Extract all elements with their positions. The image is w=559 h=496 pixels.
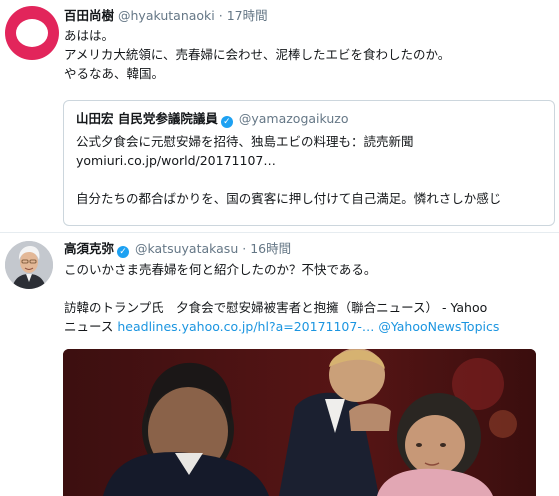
tweet-line: やるなあ、韓国。	[64, 66, 165, 81]
quoted-tweet-text: 公式夕食会に元慰安婦を招待、独島エビの料理も：読売新聞 yomiuri.co.j…	[76, 132, 501, 208]
tweet-line: 訪韓のトランプ氏 夕食会で慰安婦被害者と抱擁（聯合ニュース） - Yahoo	[64, 300, 488, 315]
tweet-line: このいかさま売春婦を何と紹介したのか？不快である。	[64, 262, 377, 277]
verified-badge-icon: ✓	[117, 246, 130, 258]
timestamp[interactable]: 16時間	[250, 241, 291, 256]
separator: ·	[218, 8, 223, 23]
quoted-display-name: 山田宏 自民党参議院議員	[76, 111, 218, 126]
tweet-text: このいかさま売春婦を何と紹介したのか？不快である。 訪韓のトランプ氏 夕食会で慰…	[64, 260, 499, 336]
quoted-line: 公式夕食会に元慰安婦を招待、独島エビの料理も：読売新聞	[76, 134, 414, 149]
avatar[interactable]	[5, 6, 59, 60]
tweet-photo[interactable]	[63, 349, 536, 496]
mention-link[interactable]: @YahooNewsTopics	[378, 319, 499, 334]
news-link[interactable]: headlines.yahoo.co.jp/hl?a=20171107-…	[117, 319, 374, 334]
line-gap	[76, 170, 501, 189]
tweet-line: アメリカ大統領に、売春婦に会わせ、泥棒したエビを食わしたのか。	[64, 47, 451, 62]
quoted-user-handle: @yamazogaikuzo	[238, 111, 349, 126]
quoted-tweet-header: 山田宏 自民党参議院議員 ✓ @yamazogaikuzo	[76, 111, 349, 128]
tweet-line: あはは。	[64, 28, 115, 43]
quoted-link: yomiuri.co.jp/world/20171107…	[76, 153, 276, 168]
display-name[interactable]: 百田尚樹	[64, 8, 114, 23]
avatar[interactable]	[5, 241, 53, 289]
separator: ·	[242, 241, 247, 256]
quoted-line: 自分たちの都合ばかりを、国の賓客に押し付けて自己満足。憐れさしか感じ	[76, 191, 502, 206]
tweet-text-fragment: ニュース	[64, 319, 114, 334]
tweet-katsuyatakasu[interactable]: 高須克弥 ✓ @katsuyatakasu · 16時間 このいかさま売春婦を何と…	[0, 232, 559, 496]
tweet-line: ニュース headlines.yahoo.co.jp/hl?a=20171107…	[64, 317, 499, 336]
timestamp[interactable]: 17時間	[227, 8, 268, 23]
quoted-tweet[interactable]: 山田宏 自民党参議院議員 ✓ @yamazogaikuzo 公式夕食会に元慰安婦を…	[63, 100, 555, 226]
user-handle[interactable]: @hyakutanaoki	[118, 8, 215, 23]
tweet-header: 高須克弥 ✓ @katsuyatakasu · 16時間	[64, 241, 291, 258]
tweet-text: あはは。 アメリカ大統領に、売春婦に会わせ、泥棒したエビを食わしたのか。 やるな…	[64, 26, 450, 83]
user-handle[interactable]: @katsuyatakasu	[135, 241, 238, 256]
line-gap	[64, 279, 499, 298]
tweet-hyakutanaoki[interactable]: 百田尚樹 @hyakutanaoki · 17時間 あはは。 アメリカ大統領に、…	[0, 0, 559, 232]
verified-badge-icon: ✓	[220, 116, 233, 128]
display-name[interactable]: 高須克弥	[64, 241, 114, 256]
tweet-header: 百田尚樹 @hyakutanaoki · 17時間	[64, 8, 268, 24]
